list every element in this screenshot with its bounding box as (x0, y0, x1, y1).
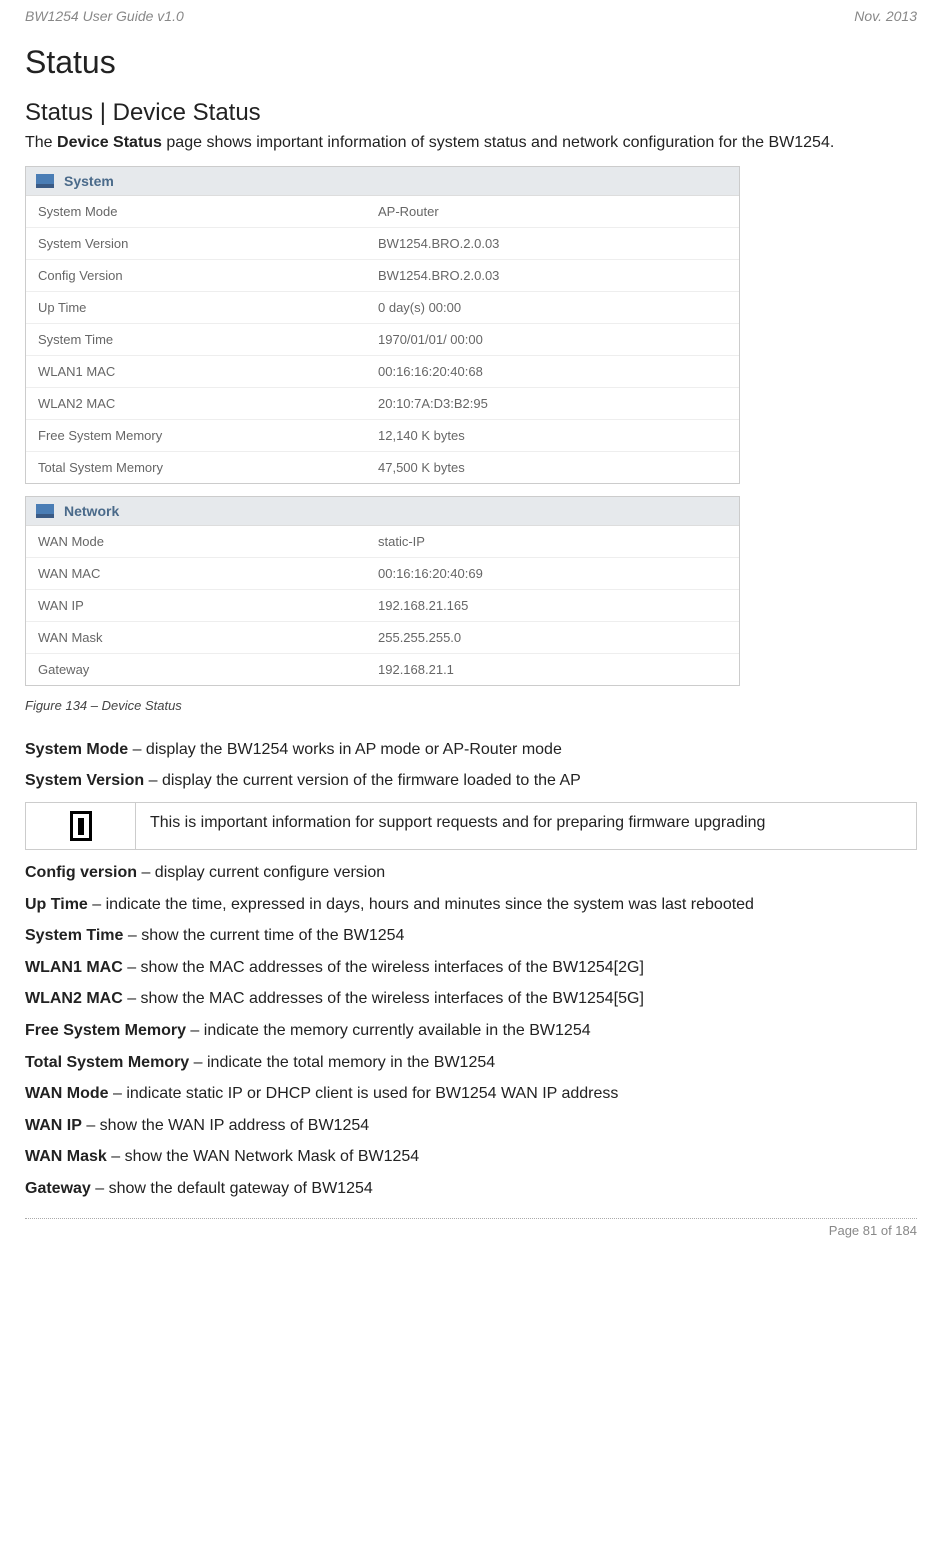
page-title: Status (25, 44, 917, 81)
section-title: Status | Device Status (25, 99, 917, 127)
desc-free-mem: Free System Memory – indicate the memory… (25, 1020, 917, 1042)
system-icon (36, 174, 54, 188)
desc-gateway: Gateway – show the default gateway of BW… (25, 1178, 917, 1200)
table-row: WLAN2 MAC20:10:7A:D3:B2:95 (26, 388, 739, 420)
table-row: WAN IP192.168.21.165 (26, 590, 739, 622)
table-row: System ModeAP-Router (26, 196, 739, 228)
system-panel-title: System (64, 173, 114, 189)
table-row: Up Time0 day(s) 00:00 (26, 292, 739, 324)
system-panel-header: System (26, 167, 739, 196)
table-row: System VersionBW1254.BRO.2.0.03 (26, 228, 739, 260)
desc-system-time: System Time – show the current time of t… (25, 925, 917, 947)
desc-system-mode: System Mode – display the BW1254 works i… (25, 739, 917, 761)
table-row: WAN Mask255.255.255.0 (26, 622, 739, 654)
network-panel-title: Network (64, 503, 119, 519)
page-number: Page 81 of 184 (829, 1223, 917, 1238)
table-row: Total System Memory47,500 K bytes (26, 452, 739, 483)
desc-wlan2: WLAN2 MAC – show the MAC addresses of th… (25, 988, 917, 1010)
desc-total-mem: Total System Memory – indicate the total… (25, 1052, 917, 1074)
info-text: This is important information for suppor… (136, 803, 916, 849)
table-row: Free System Memory12,140 K bytes (26, 420, 739, 452)
network-icon (36, 504, 54, 518)
desc-wlan1: WLAN1 MAC – show the MAC addresses of th… (25, 957, 917, 979)
network-panel: Network WAN Modestatic-IP WAN MAC00:16:1… (25, 496, 740, 686)
table-row: Config VersionBW1254.BRO.2.0.03 (26, 260, 739, 292)
page-header: BW1254 User Guide v1.0 Nov. 2013 (25, 8, 917, 24)
intro-text: The Device Status page shows important i… (25, 133, 917, 154)
figure-caption: Figure 134 – Device Status (25, 698, 917, 713)
desc-wan-ip: WAN IP – show the WAN IP address of BW12… (25, 1115, 917, 1137)
info-icon (70, 811, 92, 841)
table-row: WLAN1 MAC00:16:16:20:40:68 (26, 356, 739, 388)
desc-up-time: Up Time – indicate the time, expressed i… (25, 894, 917, 916)
desc-system-version: System Version – display the current ver… (25, 770, 917, 792)
doc-date: Nov. 2013 (854, 8, 917, 24)
doc-title: BW1254 User Guide v1.0 (25, 8, 184, 24)
desc-config-version: Config version – display current configu… (25, 862, 917, 884)
table-row: System Time1970/01/01/ 00:00 (26, 324, 739, 356)
info-box: This is important information for suppor… (25, 802, 917, 850)
table-row: WAN MAC00:16:16:20:40:69 (26, 558, 739, 590)
info-icon-cell (26, 803, 136, 849)
table-row: WAN Modestatic-IP (26, 526, 739, 558)
table-row: Gateway192.168.21.1 (26, 654, 739, 685)
desc-wan-mask: WAN Mask – show the WAN Network Mask of … (25, 1146, 917, 1168)
network-panel-header: Network (26, 497, 739, 526)
desc-wan-mode: WAN Mode – indicate static IP or DHCP cl… (25, 1083, 917, 1105)
page-footer: Page 81 of 184 (25, 1218, 917, 1238)
system-panel: System System ModeAP-Router System Versi… (25, 166, 740, 484)
